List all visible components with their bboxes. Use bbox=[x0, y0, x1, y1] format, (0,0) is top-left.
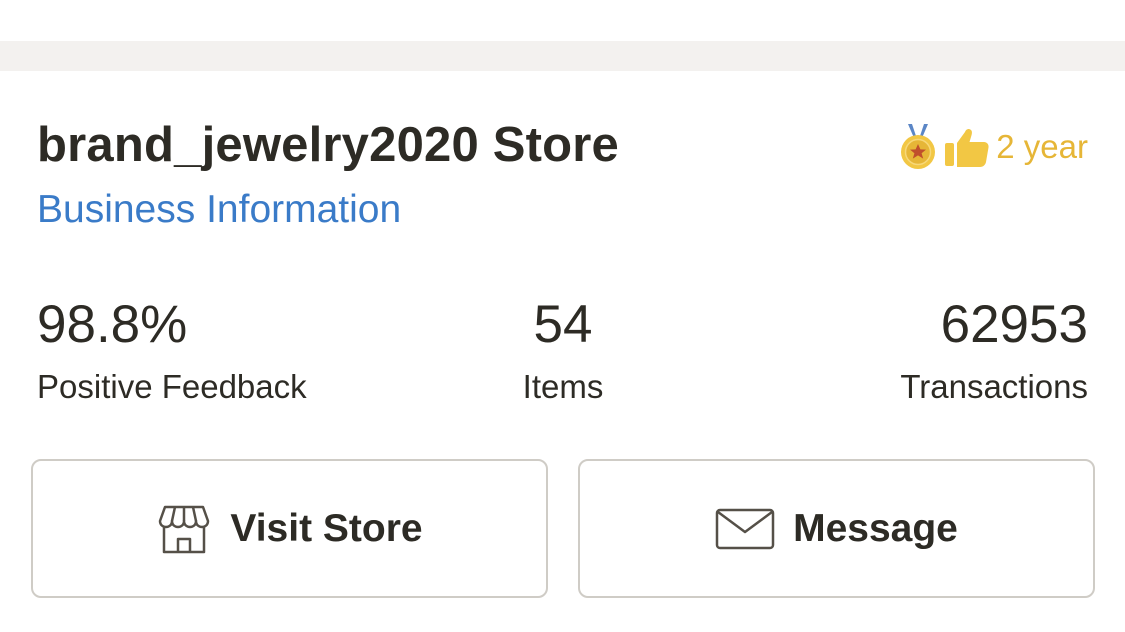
stat-positive-feedback: 98.8% Positive Feedback bbox=[37, 295, 307, 407]
transactions-label: Transactions bbox=[900, 368, 1088, 405]
visit-store-label: Visit Store bbox=[230, 506, 423, 550]
visit-store-button[interactable]: Visit Store bbox=[31, 459, 548, 598]
stat-transactions: 62953 Transactions bbox=[900, 295, 1088, 407]
envelope-icon bbox=[715, 508, 775, 549]
items-value: 54 bbox=[533, 295, 593, 354]
seller-badges: 2 year bbox=[898, 122, 1088, 172]
message-button[interactable]: Message bbox=[578, 459, 1095, 598]
medal-icon bbox=[901, 124, 936, 169]
store-name: brand_jewelry2020 Store bbox=[37, 118, 620, 172]
section-separator bbox=[0, 41, 1125, 71]
feedback-value: 98.8% bbox=[37, 295, 188, 354]
message-label: Message bbox=[793, 506, 958, 550]
storefront-icon bbox=[159, 505, 210, 553]
stat-items: 54 Items bbox=[519, 295, 607, 407]
feedback-label: Positive Feedback bbox=[37, 368, 307, 405]
thumbs-up-icon bbox=[945, 128, 989, 167]
transactions-value: 62953 bbox=[940, 295, 1088, 354]
seller-years-label: 2 year bbox=[996, 128, 1088, 165]
business-information-link[interactable]: Business Information bbox=[37, 188, 401, 232]
top-spacer bbox=[0, 0, 1125, 41]
items-label: Items bbox=[522, 368, 604, 405]
